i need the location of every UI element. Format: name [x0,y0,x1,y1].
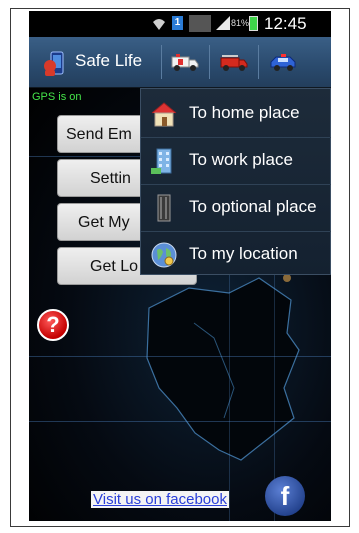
signal-icon [216,16,230,30]
menu-item-work-place[interactable]: To work place [141,138,331,184]
menu-item-label: To my location [189,244,298,263]
app-title: Safe Life [75,51,143,70]
house-icon [151,102,177,127]
app-logo-icon[interactable] [43,50,65,76]
menu-item-label: To home place [189,103,300,122]
office-building-icon [151,148,172,174]
action-bar-separator [209,45,210,79]
action-bar-separator [161,45,162,79]
menu-item-home-place[interactable]: To home place [141,91,331,137]
fire-truck-icon[interactable] [219,49,249,73]
navigation-dropdown: To home place To work place To optional … [140,88,331,275]
action-bar: Safe Life [29,37,331,88]
battery-percent: 81% [231,18,250,28]
action-bar-separator [258,45,259,79]
gps-status: GPS is on [32,91,82,103]
tower-icon [157,194,171,222]
ambulance-icon[interactable] [170,49,200,73]
battery-icon [249,16,258,31]
sim-indicator: 1 [172,16,183,30]
police-car-icon[interactable] [269,49,299,73]
data-signal-icon [189,15,211,32]
menu-item-label: To optional place [189,197,317,216]
menu-item-label: To work place [189,150,293,169]
grid-line [29,421,331,422]
menu-item-my-location[interactable]: To my location [141,232,331,278]
facebook-link[interactable]: Visit us on facebook [91,491,229,508]
status-bar: 1 81% 12:45 AM [29,11,331,53]
phone-screen: 1 81% 12:45 AM Safe Life [29,11,331,521]
device-frame: 1 81% 12:45 AM Safe Life [10,8,350,527]
help-icon[interactable]: ? [37,309,69,341]
globe-icon [151,242,177,268]
grid-line [29,356,331,357]
wifi-icon [153,19,165,30]
facebook-icon[interactable]: f [265,476,305,516]
menu-item-optional-place[interactable]: To optional place [141,185,331,231]
